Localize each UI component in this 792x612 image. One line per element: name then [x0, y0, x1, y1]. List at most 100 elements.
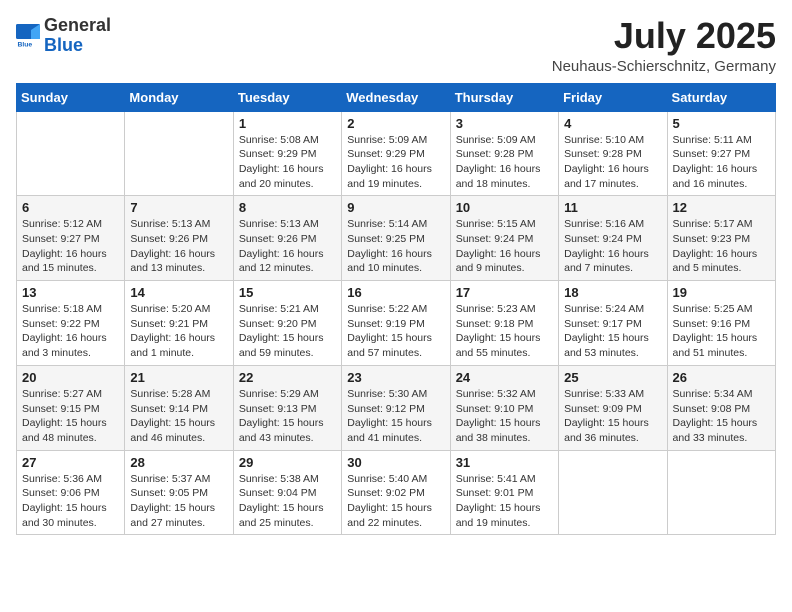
calendar-cell: 28 Sunrise: 5:37 AM Sunset: 9:05 PM Dayli…: [125, 450, 233, 535]
day-header-wednesday: Wednesday: [342, 83, 450, 111]
cell-day-number: 23: [347, 370, 444, 385]
calendar-cell: 20Sunrise: 5:27 AM Sunset: 9:15 PM Dayli…: [17, 365, 125, 450]
logo-icon: Blue: [16, 24, 40, 48]
day-header-tuesday: Tuesday: [233, 83, 341, 111]
calendar-cell: [17, 111, 125, 196]
calendar-cell: 16 Sunrise: 5:22 AM Sunset: 9:19 PM Dayli…: [342, 281, 450, 366]
cell-day-number: 29: [239, 455, 336, 470]
calendar-cell: 11Sunrise: 5:16 AM Sunset: 9:24 PM Dayli…: [559, 196, 667, 281]
calendar-cell: 15 Sunrise: 5:21 AM Sunset: 9:20 PM Dayli…: [233, 281, 341, 366]
calendar-week-4: 20Sunrise: 5:27 AM Sunset: 9:15 PM Dayli…: [17, 365, 776, 450]
cell-info-text: Sunrise: 5:34 AM Sunset: 9:08 PM Dayligh…: [673, 387, 770, 446]
cell-day-number: 8: [239, 200, 336, 215]
calendar-cell: 25 Sunrise: 5:33 AM Sunset: 9:09 PM Dayli…: [559, 365, 667, 450]
cell-day-number: 24: [456, 370, 553, 385]
calendar-week-3: 13Sunrise: 5:18 AM Sunset: 9:22 PM Dayli…: [17, 281, 776, 366]
calendar-cell: 9 Sunrise: 5:14 AM Sunset: 9:25 PM Daylig…: [342, 196, 450, 281]
calendar-cell: 24 Sunrise: 5:32 AM Sunset: 9:10 PM Dayli…: [450, 365, 558, 450]
calendar-cell: 21Sunrise: 5:28 AM Sunset: 9:14 PM Dayli…: [125, 365, 233, 450]
cell-info-text: Sunrise: 5:22 AM Sunset: 9:19 PM Dayligh…: [347, 302, 444, 361]
cell-day-number: 26: [673, 370, 770, 385]
logo-blue: Blue: [44, 36, 111, 56]
cell-info-text: Sunrise: 5:37 AM Sunset: 9:05 PM Dayligh…: [130, 472, 227, 531]
cell-day-number: 1: [239, 116, 336, 131]
calendar-cell: 5 Sunrise: 5:11 AM Sunset: 9:27 PM Daylig…: [667, 111, 775, 196]
month-title: July 2025: [552, 16, 776, 56]
cell-day-number: 22: [239, 370, 336, 385]
calendar-cell: 19 Sunrise: 5:25 AM Sunset: 9:16 PM Dayli…: [667, 281, 775, 366]
calendar-cell: 1 Sunrise: 5:08 AM Sunset: 9:29 PM Daylig…: [233, 111, 341, 196]
calendar-cell: 13Sunrise: 5:18 AM Sunset: 9:22 PM Dayli…: [17, 281, 125, 366]
calendar-week-2: 6 Sunrise: 5:12 AM Sunset: 9:27 PM Daylig…: [17, 196, 776, 281]
cell-day-number: 28: [130, 455, 227, 470]
cell-info-text: Sunrise: 5:21 AM Sunset: 9:20 PM Dayligh…: [239, 302, 336, 361]
cell-day-number: 20: [22, 370, 119, 385]
cell-info-text: Sunrise: 5:16 AM Sunset: 9:24 PM Dayligh…: [564, 217, 661, 276]
cell-info-text: Sunrise: 5:41 AM Sunset: 9:01 PM Dayligh…: [456, 472, 553, 531]
cell-info-text: Sunrise: 5:30 AM Sunset: 9:12 PM Dayligh…: [347, 387, 444, 446]
cell-day-number: 15: [239, 285, 336, 300]
cell-info-text: Sunrise: 5:09 AM Sunset: 9:29 PM Dayligh…: [347, 133, 444, 192]
cell-info-text: Sunrise: 5:25 AM Sunset: 9:16 PM Dayligh…: [673, 302, 770, 361]
header: Blue General Blue July 2025 Neuhaus-Schi…: [16, 16, 776, 75]
day-header-monday: Monday: [125, 83, 233, 111]
calendar-cell: 29 Sunrise: 5:38 AM Sunset: 9:04 PM Dayli…: [233, 450, 341, 535]
cell-info-text: Sunrise: 5:24 AM Sunset: 9:17 PM Dayligh…: [564, 302, 661, 361]
logo: Blue General Blue: [16, 16, 111, 56]
day-header-sunday: Sunday: [17, 83, 125, 111]
calendar-cell: 17 Sunrise: 5:23 AM Sunset: 9:18 PM Dayli…: [450, 281, 558, 366]
title-block: July 2025 Neuhaus-Schierschnitz, Germany: [552, 16, 776, 75]
calendar-cell: 8 Sunrise: 5:13 AM Sunset: 9:26 PM Daylig…: [233, 196, 341, 281]
cell-info-text: Sunrise: 5:40 AM Sunset: 9:02 PM Dayligh…: [347, 472, 444, 531]
calendar-cell: 18 Sunrise: 5:24 AM Sunset: 9:17 PM Dayli…: [559, 281, 667, 366]
calendar-week-5: 27 Sunrise: 5:36 AM Sunset: 9:06 PM Dayli…: [17, 450, 776, 535]
calendar-cell: [125, 111, 233, 196]
cell-day-number: 4: [564, 116, 661, 131]
cell-info-text: Sunrise: 5:15 AM Sunset: 9:24 PM Dayligh…: [456, 217, 553, 276]
cell-info-text: Sunrise: 5:32 AM Sunset: 9:10 PM Dayligh…: [456, 387, 553, 446]
cell-day-number: 2: [347, 116, 444, 131]
cell-info-text: Sunrise: 5:17 AM Sunset: 9:23 PM Dayligh…: [673, 217, 770, 276]
cell-day-number: 19: [673, 285, 770, 300]
cell-day-number: 30: [347, 455, 444, 470]
cell-info-text: Sunrise: 5:36 AM Sunset: 9:06 PM Dayligh…: [22, 472, 119, 531]
svg-text:Blue: Blue: [18, 42, 33, 49]
cell-info-text: Sunrise: 5:38 AM Sunset: 9:04 PM Dayligh…: [239, 472, 336, 531]
calendar-cell: 30 Sunrise: 5:40 AM Sunset: 9:02 PM Dayli…: [342, 450, 450, 535]
cell-day-number: 31: [456, 455, 553, 470]
calendar-cell: 10 Sunrise: 5:15 AM Sunset: 9:24 PM Dayli…: [450, 196, 558, 281]
cell-day-number: 9: [347, 200, 444, 215]
cell-day-number: 14: [130, 285, 227, 300]
cell-day-number: 10: [456, 200, 553, 215]
cell-day-number: 12: [673, 200, 770, 215]
day-header-friday: Friday: [559, 83, 667, 111]
calendar-header-row: SundayMondayTuesdayWednesdayThursdayFrid…: [17, 83, 776, 111]
cell-day-number: 17: [456, 285, 553, 300]
calendar-cell: 4Sunrise: 5:10 AM Sunset: 9:28 PM Daylig…: [559, 111, 667, 196]
cell-info-text: Sunrise: 5:14 AM Sunset: 9:25 PM Dayligh…: [347, 217, 444, 276]
cell-info-text: Sunrise: 5:08 AM Sunset: 9:29 PM Dayligh…: [239, 133, 336, 192]
cell-day-number: 6: [22, 200, 119, 215]
location-title: Neuhaus-Schierschnitz, Germany: [552, 58, 776, 75]
cell-info-text: Sunrise: 5:13 AM Sunset: 9:26 PM Dayligh…: [130, 217, 227, 276]
day-header-saturday: Saturday: [667, 83, 775, 111]
cell-day-number: 18: [564, 285, 661, 300]
cell-day-number: 3: [456, 116, 553, 131]
cell-day-number: 27: [22, 455, 119, 470]
cell-day-number: 13: [22, 285, 119, 300]
cell-info-text: Sunrise: 5:13 AM Sunset: 9:26 PM Dayligh…: [239, 217, 336, 276]
calendar: SundayMondayTuesdayWednesdayThursdayFrid…: [16, 83, 776, 536]
cell-info-text: Sunrise: 5:33 AM Sunset: 9:09 PM Dayligh…: [564, 387, 661, 446]
cell-info-text: Sunrise: 5:12 AM Sunset: 9:27 PM Dayligh…: [22, 217, 119, 276]
cell-day-number: 16: [347, 285, 444, 300]
cell-info-text: Sunrise: 5:09 AM Sunset: 9:28 PM Dayligh…: [456, 133, 553, 192]
calendar-cell: 7Sunrise: 5:13 AM Sunset: 9:26 PM Daylig…: [125, 196, 233, 281]
cell-info-text: Sunrise: 5:11 AM Sunset: 9:27 PM Dayligh…: [673, 133, 770, 192]
calendar-cell: 6 Sunrise: 5:12 AM Sunset: 9:27 PM Daylig…: [17, 196, 125, 281]
calendar-cell: 2 Sunrise: 5:09 AM Sunset: 9:29 PM Daylig…: [342, 111, 450, 196]
calendar-cell: 12 Sunrise: 5:17 AM Sunset: 9:23 PM Dayli…: [667, 196, 775, 281]
cell-day-number: 25: [564, 370, 661, 385]
calendar-cell: [559, 450, 667, 535]
cell-info-text: Sunrise: 5:23 AM Sunset: 9:18 PM Dayligh…: [456, 302, 553, 361]
cell-day-number: 5: [673, 116, 770, 131]
